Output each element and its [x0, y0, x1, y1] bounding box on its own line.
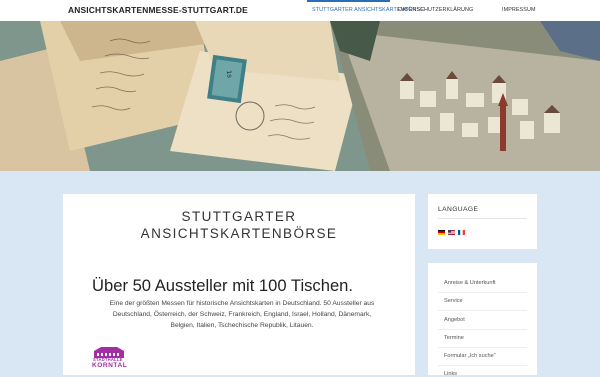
- menu-divider: [438, 292, 527, 293]
- language-widget-title: LANGUAGE: [438, 206, 479, 213]
- menu-item-formular[interactable]: Formular „Ich suche“: [444, 353, 496, 359]
- description-line: Belgien, Italien, Tschechische Republik,…: [170, 322, 314, 329]
- us-flag-icon[interactable]: [448, 230, 455, 235]
- description-line: Deutschland, Österreich, der Schweiz, Fr…: [112, 311, 372, 318]
- description-line: Eine der größten Messen für historische …: [109, 300, 375, 307]
- top-navigation-bar: ANSICHTSKARTENMESSE-STUTTGART.DE STUTTGA…: [0, 0, 600, 21]
- nav-item-impressum[interactable]: IMPRESSUM: [502, 7, 536, 13]
- page-title-line1: STUTTGARTER: [181, 209, 297, 224]
- menu-item-links[interactable]: Links: [444, 371, 457, 377]
- site-title-link[interactable]: ANSICHTSKARTENMESSE-STUTTGART.DE: [68, 5, 248, 15]
- page-title-line2: ANSICHTSKARTENBÖRSE: [140, 226, 338, 241]
- logo-text-korntal: KORNTAL: [92, 362, 128, 369]
- vintage-postcards-illustration: 1s: [0, 21, 600, 171]
- menu-item-angebot[interactable]: Angebot: [444, 317, 465, 323]
- nav-item-datenschutz[interactable]: DATENSCHUTZERKLÄRUNG: [398, 7, 473, 13]
- main-content-card: STUTTGARTER ANSICHTSKARTENBÖRSE Über 50 …: [63, 194, 415, 375]
- exhibitors-headline: Über 50 Aussteller mit 100 Tischen.: [92, 276, 354, 295]
- menu-divider: [438, 347, 527, 348]
- menu-divider: [438, 365, 527, 366]
- menu-item-termine[interactable]: Termine: [444, 335, 464, 341]
- de-flag-icon[interactable]: [438, 230, 445, 235]
- stadthalle-korntal-logo[interactable]: STADTHALLE KORNTAL: [91, 346, 131, 371]
- language-widget: LANGUAGE: [428, 194, 537, 249]
- description-text: Eine der größten Messen für historische …: [85, 298, 399, 331]
- menu-divider: [438, 329, 527, 330]
- menu-divider: [438, 310, 527, 311]
- active-nav-indicator: [307, 0, 390, 2]
- menu-item-service[interactable]: Service: [444, 298, 463, 304]
- header-banner-image: 1s: [0, 21, 600, 171]
- page-title: STUTTGARTER ANSICHTSKARTENBÖRSE: [63, 208, 415, 242]
- widget-divider: [438, 218, 527, 219]
- fr-flag-icon[interactable]: [458, 230, 465, 235]
- sidebar-menu-widget: Anreise & Unterkunft Service Angebot Ter…: [428, 263, 537, 377]
- menu-item-anreise[interactable]: Anreise & Unterkunft: [444, 280, 496, 286]
